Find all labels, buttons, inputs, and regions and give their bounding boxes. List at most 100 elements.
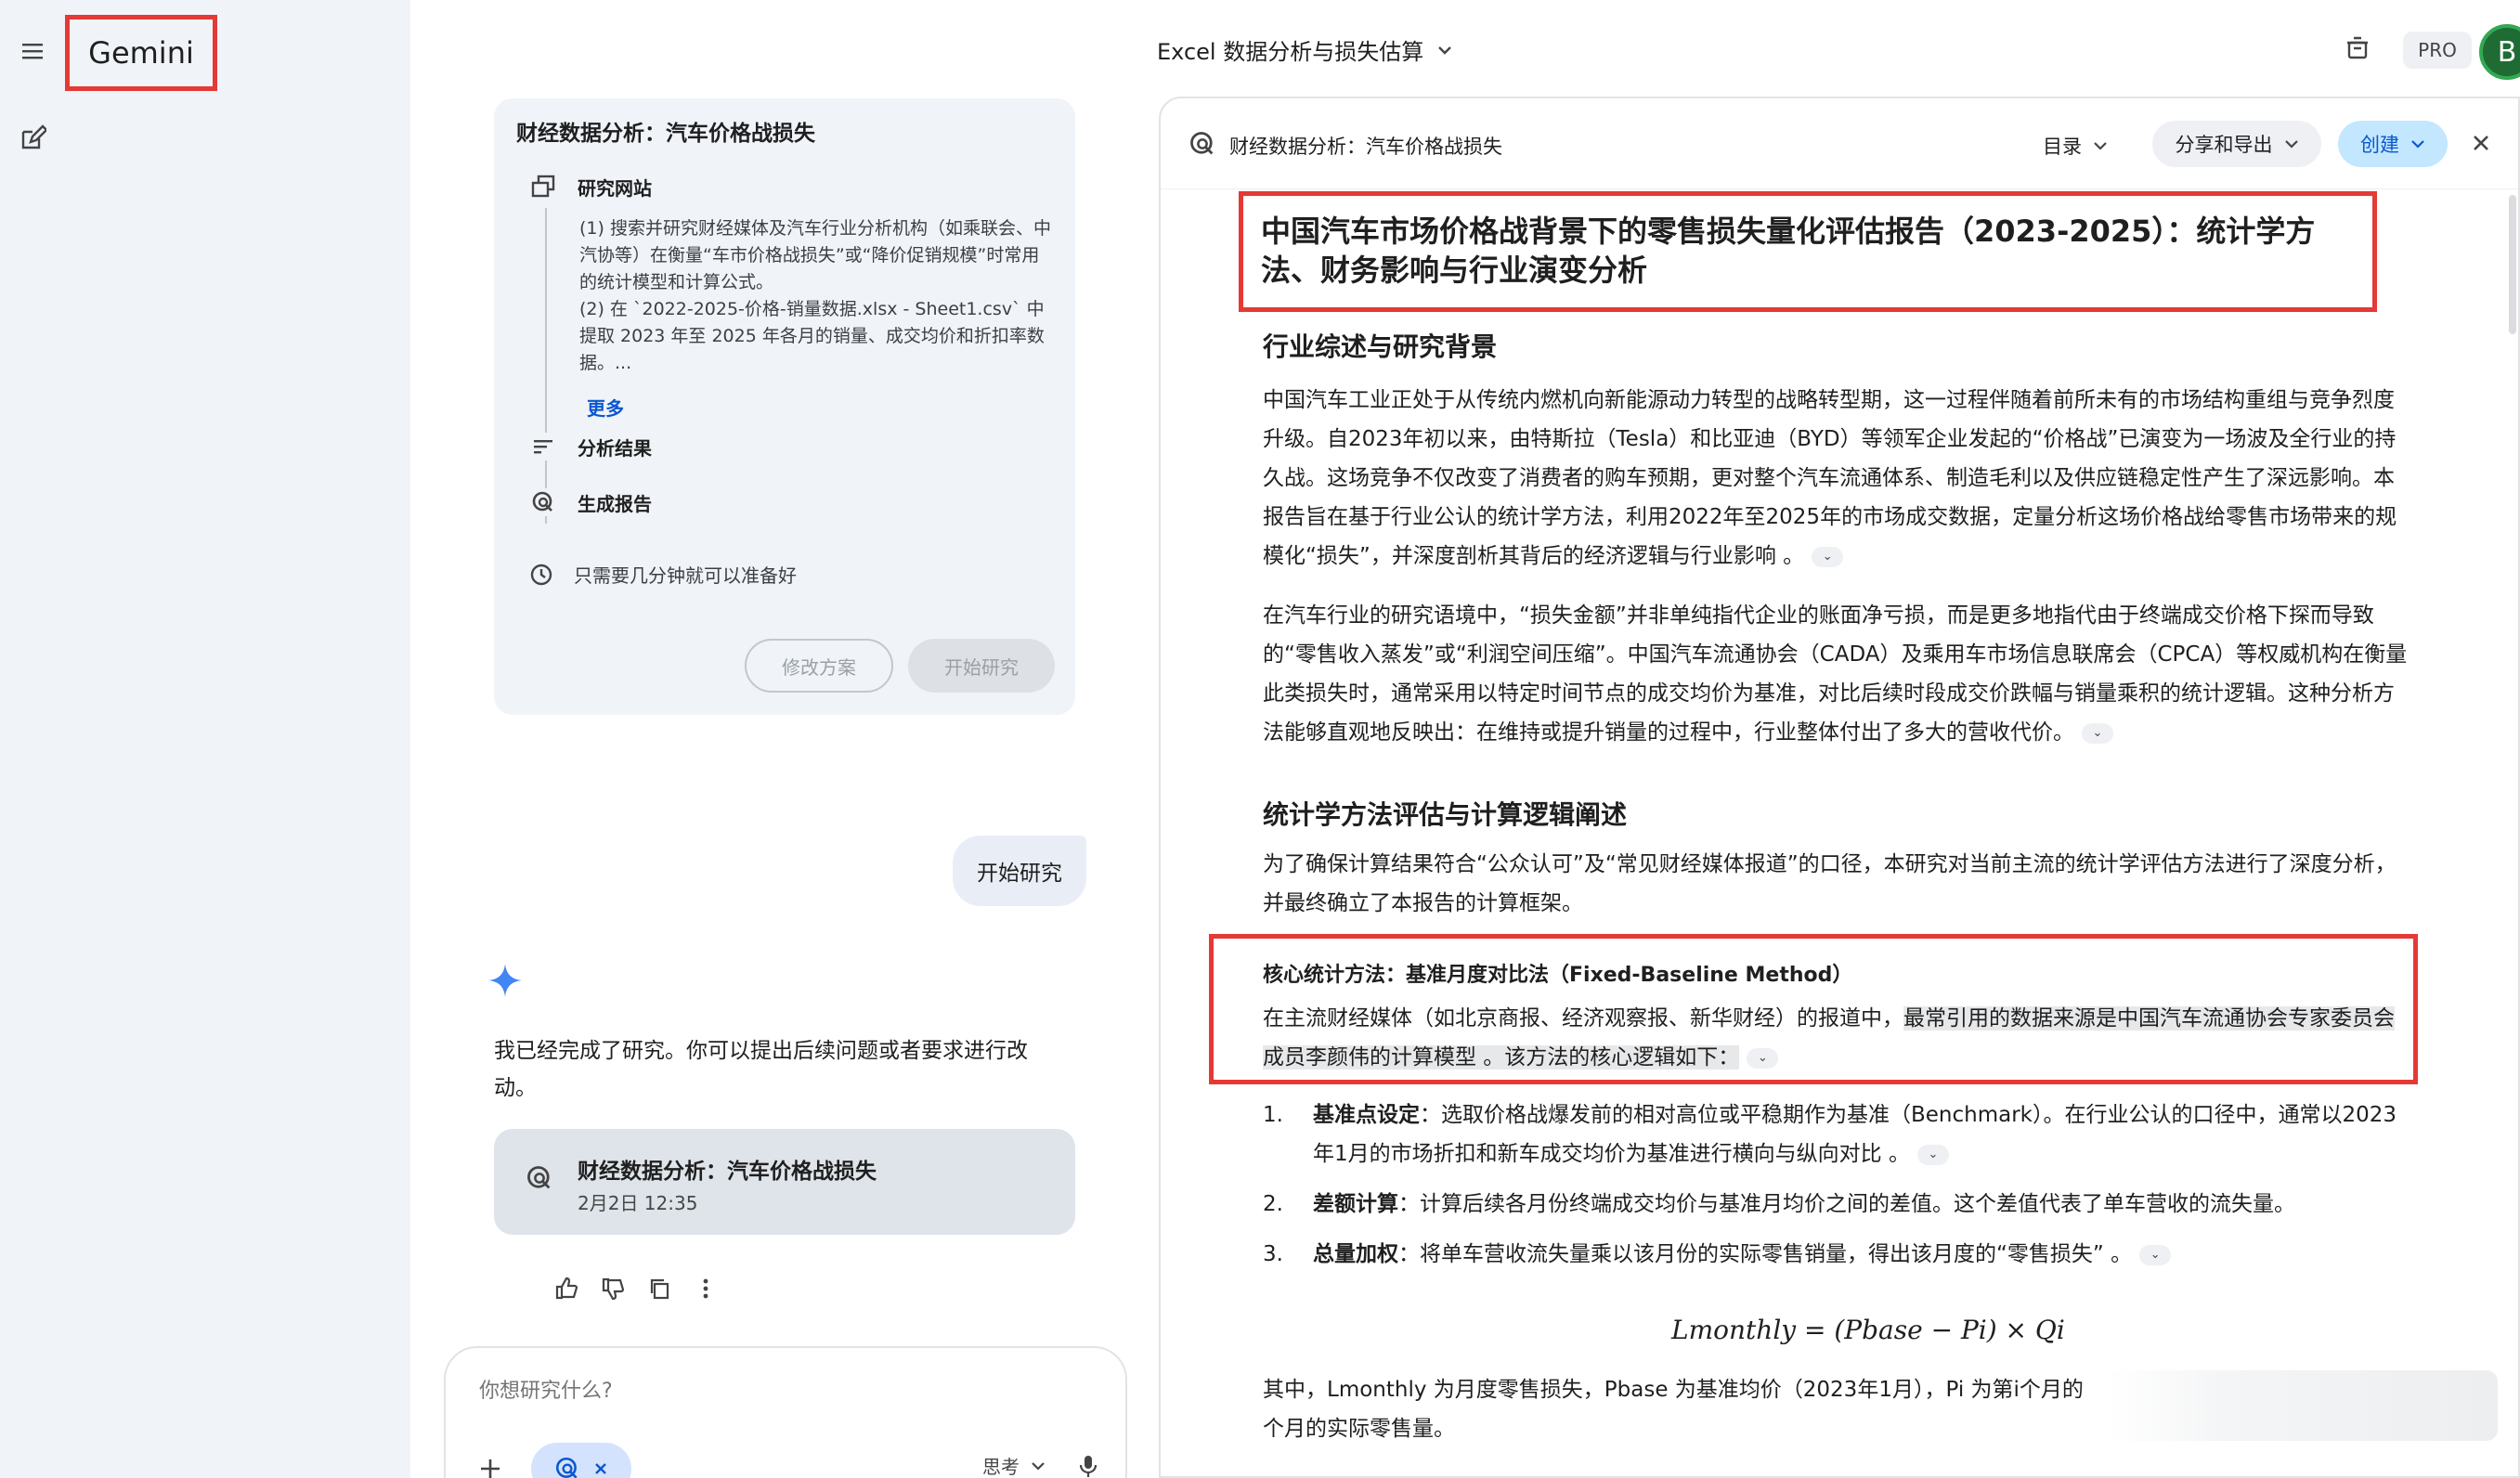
scrollbar-thumb[interactable]	[2509, 195, 2516, 334]
toc-dropdown[interactable]: 目录	[2043, 132, 2108, 160]
conversation-title-text: Excel 数据分析与损失估算	[1157, 39, 1424, 65]
paragraph-text: 其中，Lmonthly 为月度零售损失，Pbase 为基准均价（2023年1月）…	[1263, 1378, 2084, 1402]
expand-source-button[interactable]: ⌄	[1812, 546, 1844, 567]
panel-title: 财经数据分析：汽车价格战损失	[1229, 136, 1502, 158]
brand-highlight: Gemini	[65, 15, 217, 91]
app-root: Gemini 财经数据分析：汽车价格战损失 研究网站 (1) 搜索并研究财经媒体…	[0, 0, 2520, 1478]
avatar[interactable]: B	[2479, 24, 2520, 80]
subsection-heading: 核心统计方法：基准月度对比法（Fixed-Baseline Method）	[1263, 964, 1853, 987]
thumbs-down-icon[interactable]	[598, 1274, 628, 1303]
conversation-title[interactable]: Excel 数据分析与损失估算	[1157, 33, 1453, 66]
menu-icon[interactable]	[19, 37, 46, 65]
create-label: 创建	[2360, 134, 2399, 156]
close-icon[interactable]	[593, 1461, 608, 1476]
assistant-reply: 我已经完成了研究。你可以提出后续问题或者要求进行改动。	[494, 1039, 1028, 1100]
paragraph: 中国汽车工业正处于从传统内燃机向新能源动力转型的战略转型期，这一过程伴随着前所未…	[1263, 381, 2412, 576]
paragraph: 为了确保计算结果符合“公众认可”及“常见财经媒体报道”的口径，本研究对当前主流的…	[1263, 845, 2412, 923]
expand-source-button[interactable]: ⌄	[2082, 722, 2113, 744]
chevron-down-icon	[2094, 142, 2107, 150]
step-connector	[545, 208, 547, 524]
time-note-text: 只需要几分钟就可以准备好	[574, 564, 797, 587]
paragraph-text: 个月的实际零售量。	[1263, 1417, 1455, 1441]
start-research-button[interactable]: 开始研究	[908, 639, 1055, 693]
deep-research-icon	[526, 1164, 557, 1196]
temporary-chat-icon[interactable]	[2344, 33, 2375, 65]
paragraph: 在主流财经媒体（如北京商报、经济观察报、新华财经）的报道中，最常引用的数据来源是…	[1263, 999, 2412, 1077]
create-button[interactable]: 创建	[2338, 121, 2448, 167]
prompt-input[interactable]	[479, 1380, 1036, 1403]
chat-column: 财经数据分析：汽车价格战损失 研究网站 (1) 搜索并研究财经媒体及汽车行业分析…	[410, 0, 1159, 1478]
sort-lines-icon	[529, 433, 557, 460]
chevron-down-icon	[2284, 140, 2298, 149]
mode-label: 思考	[982, 1456, 1020, 1478]
step-research-sites: 研究网站	[529, 173, 652, 201]
expand-source-button[interactable]: ⌄	[1916, 1144, 1949, 1165]
list-term: 基准点设定	[1313, 1103, 1420, 1127]
sidebar: Gemini	[0, 0, 410, 1478]
report-chip-date: 2月2日 12:35	[578, 1192, 698, 1214]
list-number: 1.	[1263, 1103, 1283, 1127]
clock-icon	[530, 564, 552, 585]
mic-icon[interactable]	[1077, 1452, 1107, 1478]
deep-research-icon	[1189, 130, 1218, 160]
pro-badge: PRO	[2403, 32, 2472, 69]
brand-logo[interactable]: Gemini	[88, 35, 194, 71]
report-panel: 财经数据分析：汽车价格战损失 目录 分享和导出 创建 中国汽车市场价格战背景下的…	[1159, 97, 2520, 1478]
prompt-box: 思考	[444, 1346, 1127, 1478]
deep-research-chip[interactable]	[531, 1443, 631, 1478]
fading-overlay	[2108, 1370, 2498, 1441]
thumbs-up-icon[interactable]	[552, 1274, 581, 1303]
share-export-button[interactable]: 分享和导出	[2152, 121, 2321, 167]
more-link[interactable]: 更多	[587, 394, 624, 421]
section-heading: 统计学方法评估与计算逻辑阐述	[1263, 799, 1628, 830]
new-chat-icon[interactable]	[19, 124, 50, 156]
close-icon[interactable]	[2470, 132, 2496, 158]
time-note: 只需要几分钟就可以准备好	[529, 561, 797, 588]
list-item: 1. 基准点设定：选取价格战爆发前的相对高位或平稳期作为基准（Benchmark…	[1263, 1096, 2412, 1173]
report-chip-title: 财经数据分析：汽车价格战损失	[578, 1160, 877, 1184]
section-heading: 行业综述与研究背景	[1263, 331, 1498, 362]
list-text: ：将单车营收流失量乘以该月份的实际零售销量，得出该月度的“零售损失” 。	[1398, 1242, 2133, 1266]
chevron-down-icon	[2411, 140, 2424, 149]
toc-label: 目录	[2043, 136, 2082, 158]
list-number: 2.	[1263, 1192, 1283, 1216]
paragraph-text: 在主流财经媒体（如北京商报、经济观察报、新华财经）的报道中，	[1263, 1006, 1903, 1031]
research-plan-card: 财经数据分析：汽车价格战损失 研究网站 (1) 搜索并研究财经媒体及汽车行业分析…	[494, 98, 1075, 715]
step-label: 生成报告	[578, 492, 652, 515]
plan-title: 财经数据分析：汽车价格战损失	[516, 122, 815, 146]
list-item: 2. 差额计算：计算后续各月份终端成交均价与基准月均价之间的差值。这个差值代表了…	[1263, 1185, 2412, 1224]
formula: Lmonthly = (Pbase − Pi) × Qi	[1671, 1315, 2065, 1345]
response-actions	[552, 1274, 721, 1303]
list-term: 总量加权	[1313, 1242, 1398, 1266]
chevron-down-icon	[1032, 1461, 1045, 1471]
deep-research-icon	[555, 1457, 578, 1478]
paragraph-text: 在汽车行业的研究语境中，“损失金额”并非单纯指代企业的账面净亏损，而是更多地指代…	[1263, 603, 2408, 745]
edit-plan-button[interactable]: 修改方案	[745, 639, 893, 693]
report-chip[interactable]: 财经数据分析：汽车价格战损失 2月2日 12:35	[494, 1129, 1075, 1235]
paragraph-text: 为了确保计算结果符合“公众认可”及“常见财经媒体报道”的口径，本研究对当前主流的…	[1263, 852, 2397, 915]
user-message: 开始研究	[953, 836, 1086, 906]
expand-source-button[interactable]: ⌄	[2139, 1244, 2172, 1265]
gemini-spark-icon	[487, 962, 524, 999]
step-analysis: 分析结果	[529, 433, 652, 460]
paragraph: 在汽车行业的研究语境中，“损失金额”并非单纯指代企业的账面净亏损，而是更多地指代…	[1263, 596, 2412, 752]
list-number: 3.	[1263, 1242, 1283, 1266]
step-report: 生成报告	[529, 488, 652, 516]
expand-source-button[interactable]: ⌄	[1747, 1047, 1779, 1069]
list-item: 3. 总量加权：将单车营收流失量乘以该月份的实际零售销量，得出该月度的“零售损失…	[1263, 1235, 2412, 1274]
plan-description: (1) 搜索并研究财经媒体及汽车行业分析机构（如乘联会、中汽协等）在衡量“车市价…	[579, 218, 1051, 373]
chevron-down-icon	[1438, 45, 1452, 55]
panel-header: 财经数据分析：汽车价格战损失 目录 分享和导出 创建	[1161, 98, 2518, 189]
deep-research-icon	[529, 488, 557, 516]
copy-icon[interactable]	[644, 1274, 674, 1303]
step-label: 研究网站	[578, 176, 652, 200]
mode-selector[interactable]: 思考	[982, 1452, 1046, 1478]
step-label: 分析结果	[578, 436, 652, 460]
list-text: ：选取价格战爆发前的相对高位或平稳期作为基准（Benchmark）。在行业公认的…	[1313, 1103, 2397, 1166]
share-label: 分享和导出	[2175, 134, 2273, 156]
add-icon[interactable]	[474, 1452, 507, 1478]
window-stack-icon	[529, 173, 557, 201]
more-vert-icon[interactable]	[691, 1274, 721, 1303]
list-text: ：计算后续各月份终端成交均价与基准月均价之间的差值。这个差值代表了单车营收的流失…	[1398, 1192, 2295, 1216]
list-term: 差额计算	[1313, 1192, 1398, 1216]
